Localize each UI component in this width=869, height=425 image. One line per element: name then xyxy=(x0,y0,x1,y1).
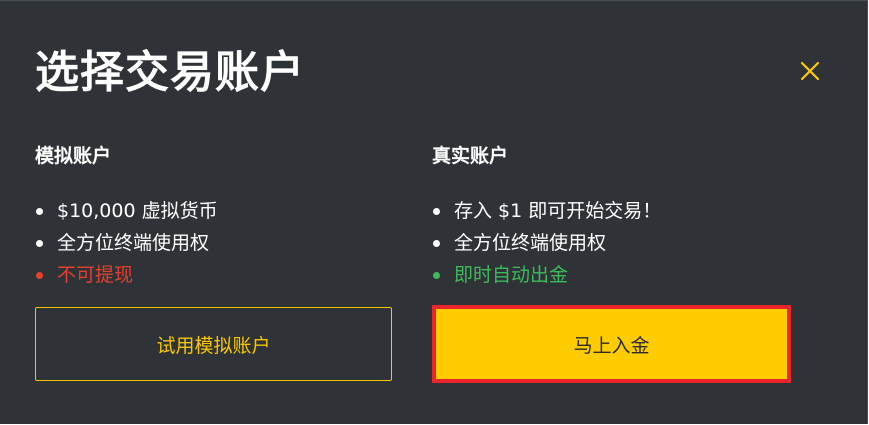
real-account-column: 真实账户 存入 $1 即可开始交易！ 全方位终端使用权 即时自动出金 xyxy=(432,141,789,291)
close-icon xyxy=(800,61,820,81)
demo-account-title: 模拟账户 xyxy=(35,145,112,167)
real-feature-list: 存入 $1 即可开始交易！ 全方位终端使用权 即时自动出金 xyxy=(432,195,789,291)
demo-account-column: 模拟账户 $10,000 虚拟货币 全方位终端使用权 不可提现 xyxy=(35,141,392,291)
demo-feature-item: 全方位终端使用权 xyxy=(35,227,392,259)
deposit-now-label: 马上入金 xyxy=(573,334,650,357)
deposit-now-button[interactable]: 马上入金 xyxy=(432,305,791,383)
real-account-title: 真实账户 xyxy=(432,145,509,167)
dialog-title: 选择交易账户 xyxy=(35,47,305,98)
real-feature-item: 存入 $1 即可开始交易！ xyxy=(432,195,789,227)
account-selection-dialog: 选择交易账户 模拟账户 $10,000 虚拟货币 全方位终端使用权 不可提现 真… xyxy=(0,0,868,424)
real-feature-item: 全方位终端使用权 xyxy=(432,227,789,259)
demo-feature-list: $10,000 虚拟货币 全方位终端使用权 不可提现 xyxy=(35,195,392,291)
real-feature-item-positive: 即时自动出金 xyxy=(432,259,789,291)
try-demo-account-label: 试用模拟账户 xyxy=(156,334,271,357)
demo-feature-item: $10,000 虚拟货币 xyxy=(35,195,392,227)
close-button[interactable] xyxy=(796,57,824,85)
demo-feature-item-negative: 不可提现 xyxy=(35,259,392,291)
try-demo-account-button[interactable]: 试用模拟账户 xyxy=(35,307,392,381)
